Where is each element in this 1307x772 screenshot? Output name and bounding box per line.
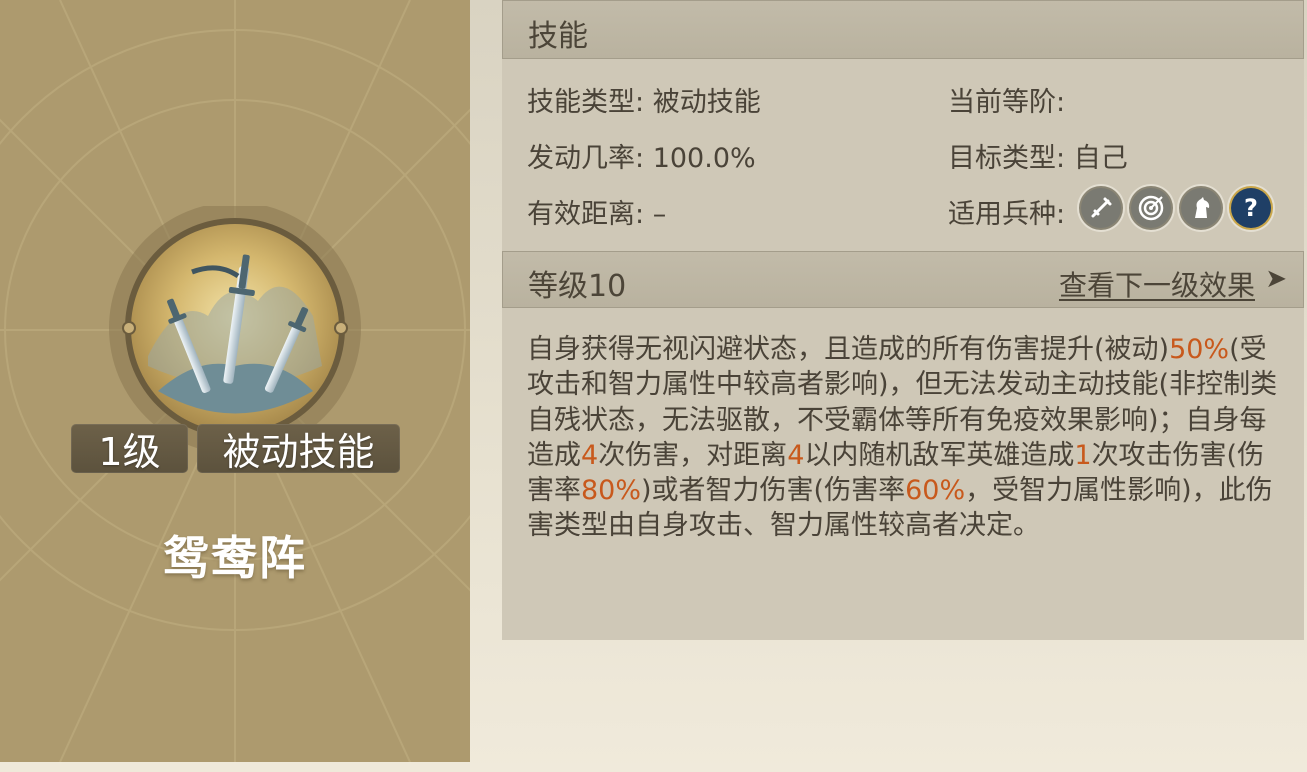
description-text: 次伤害，对距离	[598, 439, 788, 471]
target-type-label: 目标类型:	[948, 143, 1066, 174]
skill-card: 1级 被动技能 鸳鸯阵	[0, 0, 470, 762]
description-text: 自身获得无视闪避状态，且造成的所有伤害提升(被动)	[527, 334, 1170, 365]
trigger-rate-label: 发动几率:	[527, 143, 645, 174]
highlight-value: 60%	[905, 475, 966, 507]
skill-type-badge: 被动技能	[197, 424, 400, 474]
arrow-right-icon[interactable]: ➤	[1265, 264, 1287, 294]
troop-types-label: 适用兵种:	[948, 199, 1066, 230]
range-label: 有效距离:	[527, 199, 645, 230]
skill-type-row: 技能类型: 被动技能	[527, 80, 761, 119]
target-type-value: 自己	[1073, 143, 1128, 174]
troop-type-icons: ?	[1081, 188, 1271, 228]
range-value: –	[652, 199, 667, 230]
level-title: 等级10	[528, 269, 627, 304]
trigger-rate-value: 100.0%	[652, 143, 756, 174]
current-rank-row: 当前等阶:	[948, 80, 1065, 119]
range-row: 有效距离: –	[527, 192, 666, 231]
skill-section-header: 技能	[502, 0, 1304, 59]
current-rank-label: 当前等阶:	[948, 87, 1066, 118]
card-bottom-strip	[0, 762, 470, 772]
skill-name: 鸳鸯阵	[163, 531, 307, 585]
skill-description: 自身获得无视闪避状态，且造成的所有伤害提升(被动)50%(受攻击和智力属性中较高…	[527, 332, 1287, 544]
highlight-value: 4	[787, 439, 805, 471]
highlight-value: 50%	[1169, 334, 1230, 365]
sword-icon[interactable]	[1081, 188, 1121, 228]
troop-types-row: 适用兵种:	[948, 192, 1065, 231]
skill-type-label: 技能类型:	[527, 87, 645, 118]
skill-section-title: 技能	[528, 19, 588, 54]
trigger-rate-row: 发动几率: 100.0%	[527, 136, 756, 175]
question-icon[interactable]: ?	[1231, 188, 1271, 228]
highlight-value: 1	[1074, 439, 1092, 471]
skill-type-value: 被动技能	[652, 87, 761, 118]
skill-level-badge: 1级	[71, 424, 188, 474]
level-section-header: 等级10 查看下一级效果 ➤	[502, 251, 1304, 308]
description-text: )或者智力伤害(伤害率	[641, 475, 906, 507]
target-bow-icon[interactable]	[1131, 188, 1171, 228]
description-text: 以内随机敌军英雄造成	[804, 439, 1075, 471]
highlight-value: 4	[581, 439, 599, 471]
next-level-effect-link[interactable]: 查看下一级效果	[1059, 264, 1255, 304]
horse-icon[interactable]	[1181, 188, 1221, 228]
target-type-row: 目标类型: 自己	[948, 136, 1128, 175]
highlight-value: 80%	[581, 475, 642, 507]
